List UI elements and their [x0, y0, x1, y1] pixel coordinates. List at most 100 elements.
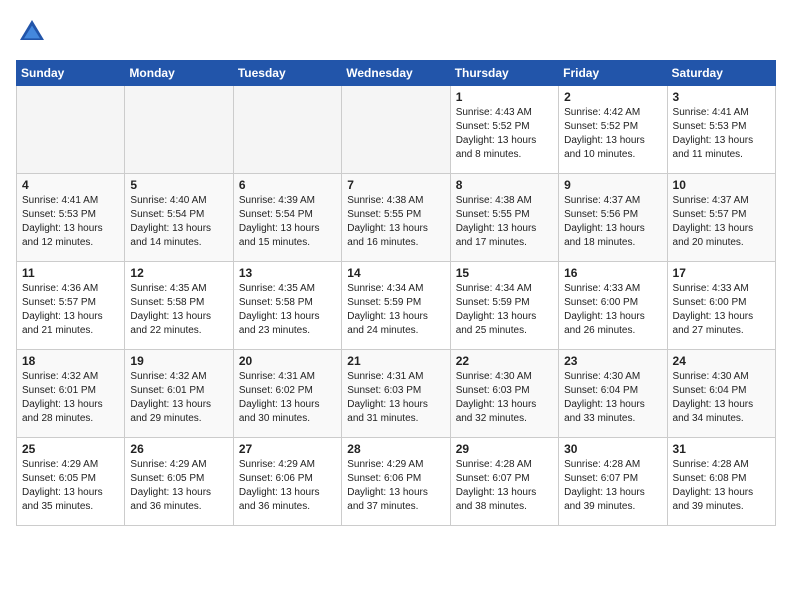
- day-number: 29: [456, 442, 553, 456]
- day-number: 30: [564, 442, 661, 456]
- day-number: 6: [239, 178, 336, 192]
- header-row: SundayMondayTuesdayWednesdayThursdayFrid…: [17, 61, 776, 86]
- calendar-cell: 18Sunrise: 4:32 AM Sunset: 6:01 PM Dayli…: [17, 350, 125, 438]
- header-day-sunday: Sunday: [17, 61, 125, 86]
- calendar-cell: 31 Sunrise: 4:28 AM Sunset: 6:08 PM Dayli…: [667, 438, 775, 526]
- day-info: Sunrise: 4:40 AM Sunset: 5:54 PM Dayligh…: [130, 194, 227, 250]
- day-info: Sunrise: 4:37 AM Sunset: 5:56 PM Dayligh…: [564, 194, 661, 250]
- day-number: 4: [22, 178, 119, 192]
- day-info: Sunrise: 4:37 AM Sunset: 5:57 PM Dayligh…: [673, 194, 770, 250]
- day-number: 13: [239, 266, 336, 280]
- day-info: Sunrise: 4:31 AM Sunset: 6:02 PM Dayligh…: [239, 370, 336, 426]
- day-number: 2: [564, 90, 661, 104]
- calendar-cell: 5 Sunrise: 4:40 AM Sunset: 5:54 PM Daylig…: [125, 174, 233, 262]
- day-info: Sunrise: 4:29 AM Sunset: 6:05 PM Dayligh…: [130, 458, 227, 514]
- day-info: Sunrise: 4:28 AM Sunset: 6:07 PM Dayligh…: [456, 458, 553, 514]
- calendar-cell: 10 Sunrise: 4:37 AM Sunset: 5:57 PM Dayli…: [667, 174, 775, 262]
- day-info: Sunrise: 4:34 AM Sunset: 5:59 PM Dayligh…: [456, 282, 553, 338]
- day-info: Sunrise: 4:29 AM Sunset: 6:05 PM Dayligh…: [22, 458, 119, 514]
- day-info: Sunrise: 4:42 AM Sunset: 5:52 PM Dayligh…: [564, 106, 661, 162]
- day-info: Sunrise: 4:31 AM Sunset: 6:03 PM Dayligh…: [347, 370, 444, 426]
- calendar-cell: 20 Sunrise: 4:31 AM Sunset: 6:02 PM Dayli…: [233, 350, 341, 438]
- header-day-saturday: Saturday: [667, 61, 775, 86]
- header-day-tuesday: Tuesday: [233, 61, 341, 86]
- header-day-monday: Monday: [125, 61, 233, 86]
- calendar-cell: [125, 86, 233, 174]
- day-number: 1: [456, 90, 553, 104]
- calendar-cell: 13 Sunrise: 4:35 AM Sunset: 5:58 PM Dayli…: [233, 262, 341, 350]
- calendar-cell: 23Sunrise: 4:30 AM Sunset: 6:04 PM Dayli…: [559, 350, 667, 438]
- week-row-5: 25Sunrise: 4:29 AM Sunset: 6:05 PM Dayli…: [17, 438, 776, 526]
- day-number: 31: [673, 442, 770, 456]
- header-day-wednesday: Wednesday: [342, 61, 450, 86]
- calendar-cell: 22 Sunrise: 4:30 AM Sunset: 6:03 PM Dayli…: [450, 350, 558, 438]
- day-number: 23: [564, 354, 661, 368]
- calendar-cell: 26 Sunrise: 4:29 AM Sunset: 6:05 PM Dayli…: [125, 438, 233, 526]
- day-info: Sunrise: 4:43 AM Sunset: 5:52 PM Dayligh…: [456, 106, 553, 162]
- calendar-cell: 15 Sunrise: 4:34 AM Sunset: 5:59 PM Dayli…: [450, 262, 558, 350]
- day-number: 16: [564, 266, 661, 280]
- day-info: Sunrise: 4:36 AM Sunset: 5:57 PM Dayligh…: [22, 282, 119, 338]
- calendar-cell: 8 Sunrise: 4:38 AM Sunset: 5:55 PM Daylig…: [450, 174, 558, 262]
- day-number: 3: [673, 90, 770, 104]
- calendar-cell: 25Sunrise: 4:29 AM Sunset: 6:05 PM Dayli…: [17, 438, 125, 526]
- calendar-cell: 3 Sunrise: 4:41 AM Sunset: 5:53 PM Daylig…: [667, 86, 775, 174]
- day-info: Sunrise: 4:39 AM Sunset: 5:54 PM Dayligh…: [239, 194, 336, 250]
- day-number: 8: [456, 178, 553, 192]
- calendar-cell: 14Sunrise: 4:34 AM Sunset: 5:59 PM Dayli…: [342, 262, 450, 350]
- calendar-cell: 27Sunrise: 4:29 AM Sunset: 6:06 PM Dayli…: [233, 438, 341, 526]
- calendar-cell: 29 Sunrise: 4:28 AM Sunset: 6:07 PM Dayli…: [450, 438, 558, 526]
- week-row-2: 4 Sunrise: 4:41 AM Sunset: 5:53 PM Daylig…: [17, 174, 776, 262]
- day-info: Sunrise: 4:28 AM Sunset: 6:08 PM Dayligh…: [673, 458, 770, 514]
- day-number: 21: [347, 354, 444, 368]
- header-day-thursday: Thursday: [450, 61, 558, 86]
- calendar-cell: 6 Sunrise: 4:39 AM Sunset: 5:54 PM Daylig…: [233, 174, 341, 262]
- day-info: Sunrise: 4:33 AM Sunset: 6:00 PM Dayligh…: [564, 282, 661, 338]
- logo: [16, 16, 52, 48]
- day-info: Sunrise: 4:30 AM Sunset: 6:03 PM Dayligh…: [456, 370, 553, 426]
- calendar-cell: [17, 86, 125, 174]
- page-header: [16, 16, 776, 48]
- calendar-cell: 24 Sunrise: 4:30 AM Sunset: 6:04 PM Dayli…: [667, 350, 775, 438]
- day-number: 19: [130, 354, 227, 368]
- calendar-cell: 16 Sunrise: 4:33 AM Sunset: 6:00 PM Dayli…: [559, 262, 667, 350]
- day-info: Sunrise: 4:33 AM Sunset: 6:00 PM Dayligh…: [673, 282, 770, 338]
- logo-icon: [16, 16, 48, 48]
- day-number: 17: [673, 266, 770, 280]
- day-info: Sunrise: 4:35 AM Sunset: 5:58 PM Dayligh…: [130, 282, 227, 338]
- day-number: 11: [22, 266, 119, 280]
- day-number: 7: [347, 178, 444, 192]
- calendar-cell: 30 Sunrise: 4:28 AM Sunset: 6:07 PM Dayli…: [559, 438, 667, 526]
- day-number: 26: [130, 442, 227, 456]
- calendar-cell: [342, 86, 450, 174]
- day-number: 15: [456, 266, 553, 280]
- day-number: 28: [347, 442, 444, 456]
- calendar-cell: 9Sunrise: 4:37 AM Sunset: 5:56 PM Daylig…: [559, 174, 667, 262]
- calendar-cell: 1 Sunrise: 4:43 AM Sunset: 5:52 PM Daylig…: [450, 86, 558, 174]
- day-number: 12: [130, 266, 227, 280]
- calendar-table: SundayMondayTuesdayWednesdayThursdayFrid…: [16, 60, 776, 526]
- day-info: Sunrise: 4:30 AM Sunset: 6:04 PM Dayligh…: [673, 370, 770, 426]
- day-number: 24: [673, 354, 770, 368]
- day-info: Sunrise: 4:41 AM Sunset: 5:53 PM Dayligh…: [22, 194, 119, 250]
- calendar-cell: 19 Sunrise: 4:32 AM Sunset: 6:01 PM Dayli…: [125, 350, 233, 438]
- calendar-cell: 12 Sunrise: 4:35 AM Sunset: 5:58 PM Dayli…: [125, 262, 233, 350]
- day-info: Sunrise: 4:41 AM Sunset: 5:53 PM Dayligh…: [673, 106, 770, 162]
- calendar-cell: 7 Sunrise: 4:38 AM Sunset: 5:55 PM Daylig…: [342, 174, 450, 262]
- day-info: Sunrise: 4:34 AM Sunset: 5:59 PM Dayligh…: [347, 282, 444, 338]
- day-number: 10: [673, 178, 770, 192]
- day-info: Sunrise: 4:28 AM Sunset: 6:07 PM Dayligh…: [564, 458, 661, 514]
- day-info: Sunrise: 4:38 AM Sunset: 5:55 PM Dayligh…: [347, 194, 444, 250]
- day-number: 22: [456, 354, 553, 368]
- day-info: Sunrise: 4:38 AM Sunset: 5:55 PM Dayligh…: [456, 194, 553, 250]
- day-number: 20: [239, 354, 336, 368]
- day-info: Sunrise: 4:32 AM Sunset: 6:01 PM Dayligh…: [130, 370, 227, 426]
- day-info: Sunrise: 4:29 AM Sunset: 6:06 PM Dayligh…: [239, 458, 336, 514]
- calendar-cell: 11 Sunrise: 4:36 AM Sunset: 5:57 PM Dayli…: [17, 262, 125, 350]
- calendar-cell: 28Sunrise: 4:29 AM Sunset: 6:06 PM Dayli…: [342, 438, 450, 526]
- header-day-friday: Friday: [559, 61, 667, 86]
- calendar-cell: [233, 86, 341, 174]
- day-number: 5: [130, 178, 227, 192]
- day-info: Sunrise: 4:35 AM Sunset: 5:58 PM Dayligh…: [239, 282, 336, 338]
- calendar-cell: 21 Sunrise: 4:31 AM Sunset: 6:03 PM Dayli…: [342, 350, 450, 438]
